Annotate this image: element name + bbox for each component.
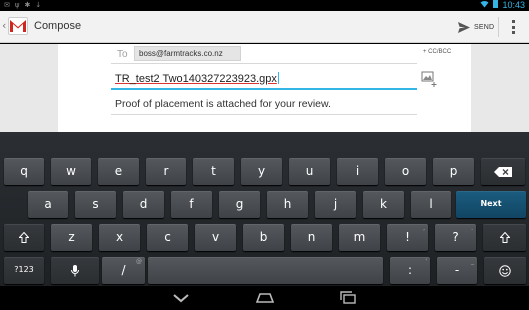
send-button-label: SEND [474,23,495,31]
backspace-icon [494,166,512,177]
key-p[interactable]: p [433,158,474,185]
key-main-label: - [454,263,460,277]
key-n[interactable]: n [291,224,332,251]
key-y[interactable]: y [241,158,282,185]
notification-icons: ✉ ψ ✱ ↓ [4,1,41,10]
symbols-key[interactable]: ?123 [4,257,44,284]
key-e[interactable]: e [98,158,139,185]
key-alt-label: _ [471,258,474,265]
action-bar: ‹ Compose SEND [0,11,529,43]
gmail-logo-icon[interactable] [8,17,28,35]
key-question[interactable]: ? . [435,224,476,251]
key-main-label: ! [405,230,410,244]
gmail-notification-icon: ✉ [4,1,10,9]
key-u[interactable]: u [289,158,330,185]
shift-key-left[interactable] [4,224,44,251]
key-m[interactable]: m [339,224,380,251]
key-l[interactable]: l [411,191,451,218]
subject-text: TR_test2 Two140327223923.gpx [115,73,277,85]
navigation-bar [0,286,529,310]
key-f[interactable]: f [171,191,212,218]
text-cursor [277,72,279,84]
overflow-dot [511,20,515,23]
key-w[interactable]: w [51,158,91,185]
recent-apps-icon [340,291,356,304]
key-s[interactable]: s [75,191,116,218]
backspace-key[interactable] [481,158,525,185]
key-alt-label: ' [425,258,427,265]
key-g[interactable]: g [219,191,260,218]
key-colon[interactable]: : ' [390,257,430,284]
key-r[interactable]: r [146,158,186,185]
usb-icon: ψ [14,1,20,9]
key-alt-label: , [423,225,425,232]
key-b[interactable]: b [243,224,284,251]
key-main-label: / [121,263,126,277]
attach-file-button[interactable] [421,70,439,88]
subject-field[interactable]: TR_test2 Two140327223923.gpx [111,72,417,90]
divider [498,17,499,37]
emoji-key[interactable] [484,257,526,284]
shift-icon [498,231,511,243]
shift-key-right[interactable] [483,224,526,251]
back-button[interactable] [170,289,192,307]
key-z[interactable]: z [51,224,92,251]
system-icons: 10:43 [480,0,525,11]
key-main-label: : [407,263,413,277]
key-a[interactable]: a [28,191,68,218]
overflow-dot [511,31,515,34]
next-key[interactable]: Next [456,191,526,218]
home-button[interactable] [254,289,276,307]
soft-keyboard: q w e r t y u i o p a s d f g h j k l Ne… [0,132,529,286]
voice-input-key[interactable] [51,257,99,284]
key-exclamation[interactable]: ! , [387,224,428,251]
key-q[interactable]: q [4,158,44,185]
home-icon [255,293,275,303]
page-title: Compose [34,20,82,32]
shift-icon [18,231,30,243]
key-d[interactable]: d [123,191,164,218]
send-icon [458,21,470,33]
attach-picture-icon [421,71,437,87]
key-slash[interactable]: / @ [102,257,145,284]
key-x[interactable]: x [99,224,140,251]
microphone-icon [71,264,79,276]
chevron-down-icon [173,294,189,303]
clock: 10:43 [502,0,525,10]
key-i[interactable]: i [337,158,378,185]
key-o[interactable]: o [385,158,426,185]
send-button[interactable]: SEND [458,17,494,37]
key-c[interactable]: c [147,224,188,251]
key-main-label: ? [452,230,459,244]
key-t[interactable]: t [193,158,234,185]
cc-bcc-button[interactable]: + CC/BCC [423,49,451,55]
status-bar: ✉ ψ ✱ ↓ 10:43 [0,0,529,11]
to-field-underline [111,63,417,64]
key-k[interactable]: k [363,191,404,218]
key-j[interactable]: j [315,191,356,218]
overflow-menu-button[interactable] [508,18,518,36]
recipient-chip[interactable]: boss@farmtracks.co.nz [134,46,241,61]
key-alt-label: @ [136,258,142,265]
up-caret-icon[interactable]: ‹ [2,19,6,32]
space-bar[interactable] [148,257,383,284]
key-h[interactable]: h [267,191,308,218]
smiley-icon [499,264,511,277]
download-icon: ↓ [35,1,42,9]
wifi-icon [480,0,489,12]
key-dash[interactable]: - _ [437,257,477,284]
message-body-field[interactable]: Proof of placement is attached for your … [111,97,417,115]
recent-apps-button[interactable] [337,289,359,307]
key-v[interactable]: v [195,224,236,251]
key-alt-label: . [471,225,473,232]
debug-icon: ✱ [24,1,31,9]
to-label: To [117,49,128,60]
overflow-dot [511,25,515,29]
